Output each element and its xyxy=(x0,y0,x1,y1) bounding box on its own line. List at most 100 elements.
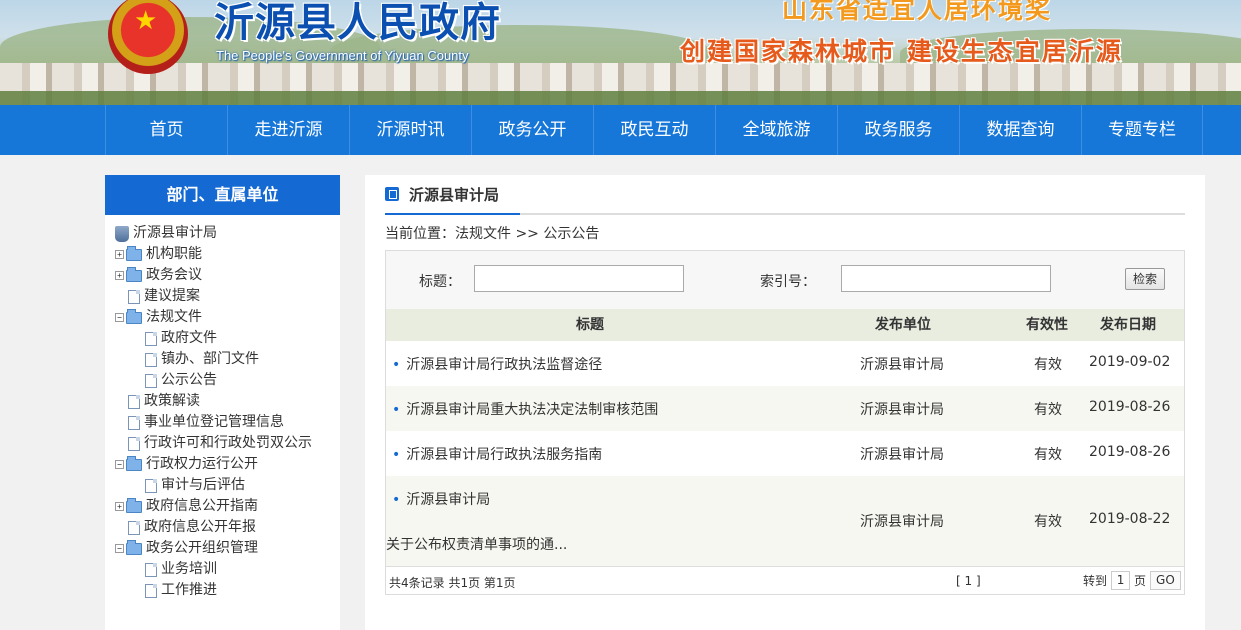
row-title-link[interactable]: 沂源县审计局行政执法服务指南 xyxy=(392,444,602,464)
document-icon xyxy=(145,478,157,493)
tree-item[interactable]: 镇办、部门文件 xyxy=(115,349,340,370)
document-icon xyxy=(128,415,140,430)
nav-item-services[interactable]: 政务服务 xyxy=(837,105,959,155)
title-search-input[interactable] xyxy=(474,265,684,292)
tree-item[interactable]: − 法规文件 xyxy=(115,307,340,328)
column-header-validity: 有效性 xyxy=(1026,317,1068,333)
table-header: 标题 发布单位 有效性 发布日期 xyxy=(386,309,1184,341)
folder-icon xyxy=(126,245,142,261)
banner-trees xyxy=(0,91,1241,105)
folder-open-icon xyxy=(126,308,142,324)
expand-icon[interactable]: + xyxy=(115,502,124,511)
content-header: 沂源县审计局 xyxy=(385,175,1185,215)
column-header-unit: 发布单位 xyxy=(875,317,931,333)
search-bar: 标题： 索引号： 检索 xyxy=(386,251,1184,309)
tree-item[interactable]: 建议提案 xyxy=(115,286,340,307)
site-subtitle: The People's Government of Yiyuan County xyxy=(216,48,469,63)
tree-item[interactable]: + 政务会议 xyxy=(115,265,340,286)
table-row: 沂源县审计局重大执法决定法制审核范围 沂源县审计局 有效 2019-08-26 xyxy=(386,386,1184,431)
search-button[interactable]: 检索 xyxy=(1125,268,1165,290)
sidebar-tree: 沂源县审计局 + 机构职能 + 政务会议 建议提案 − 法规文件 政府文件 镇办、部门… xyxy=(105,215,340,601)
document-icon xyxy=(145,562,157,577)
pagination-info: 共4条记录 共1页 第1页 xyxy=(389,576,516,590)
results-panel: 标题： 索引号： 检索 标题 发布单位 有效性 发布日期 沂源县审计局行政执法监… xyxy=(385,250,1185,595)
row-unit: 沂源县审计局 xyxy=(860,447,944,463)
tree-item[interactable]: 审计与后评估 xyxy=(115,475,340,496)
tree-item[interactable]: − 政务公开组织管理 xyxy=(115,538,340,559)
folder-open-icon xyxy=(126,455,142,471)
row-unit: 沂源县审计局 xyxy=(860,514,944,530)
column-header-title: 标题 xyxy=(576,317,604,333)
jump-label: 转到 xyxy=(1083,574,1108,588)
nav-item-news[interactable]: 沂源时讯 xyxy=(349,105,471,155)
document-icon xyxy=(145,373,157,388)
table-row: 沂源县审计局行政执法服务指南 沂源县审计局 有效 2019-08-26 xyxy=(386,431,1184,476)
index-search-input[interactable] xyxy=(841,265,1051,292)
nav-item-interaction[interactable]: 政民互动 xyxy=(593,105,715,155)
go-button[interactable]: GO xyxy=(1150,571,1181,590)
main-content: 沂源县审计局 当前位置：法规文件 >> 公示公告 标题： 索引号： 检索 标题 … xyxy=(365,175,1205,630)
tree-item[interactable]: − 行政权力运行公开 xyxy=(115,454,340,475)
tree-root[interactable]: 沂源县审计局 xyxy=(115,223,340,244)
row-validity: 有效 xyxy=(1034,357,1062,373)
tree-item[interactable]: 政策解读 xyxy=(115,391,340,412)
row-date: 2019-09-02 xyxy=(1089,354,1171,370)
site-title: 沂源县人民政府 xyxy=(214,0,501,46)
page-number-input[interactable]: 1 xyxy=(1111,571,1131,590)
folder-open-icon xyxy=(126,539,142,555)
content-tab-title: 沂源县审计局 xyxy=(409,185,500,204)
collapse-icon[interactable]: − xyxy=(115,544,124,553)
row-date: 2019-08-26 xyxy=(1089,444,1171,460)
document-icon xyxy=(128,436,140,451)
computer-icon xyxy=(115,225,129,242)
nav-item-home[interactable]: 首页 xyxy=(105,105,227,155)
table-row: 沂源县审计局 关于公布权责清单事项的通... 沂源县审计局 有效 2019-08… xyxy=(386,476,1184,566)
tree-item[interactable]: 政府文件 xyxy=(115,328,340,349)
breadcrumb: 当前位置：法规文件 >> 公示公告 xyxy=(385,226,600,242)
document-icon xyxy=(145,331,157,346)
tree-item[interactable]: 业务培训 xyxy=(115,559,340,580)
sidebar-heading: 部门、直属单位 xyxy=(105,175,340,215)
nav-item-gov-open[interactable]: 政务公开 xyxy=(471,105,593,155)
tree-item-selected[interactable]: 公示公告 xyxy=(115,370,340,391)
index-label: 索引号： xyxy=(760,274,816,290)
document-icon xyxy=(145,583,157,598)
tree-item[interactable]: 政府信息公开年报 xyxy=(115,517,340,538)
row-validity: 有效 xyxy=(1034,402,1062,418)
content-tab: 沂源县审计局 xyxy=(385,175,520,215)
page-suffix: 页 xyxy=(1134,574,1147,588)
row-title-continuation[interactable]: 关于公布权责清单事项的通... xyxy=(386,534,567,554)
tree-item[interactable]: + 机构职能 xyxy=(115,244,340,265)
nav-item-tourism[interactable]: 全域旅游 xyxy=(715,105,837,155)
row-date: 2019-08-26 xyxy=(1089,399,1171,415)
document-icon xyxy=(145,352,157,367)
collapse-icon[interactable]: − xyxy=(115,460,124,469)
table-row: 沂源县审计局行政执法监督途径 沂源县审计局 有效 2019-09-02 xyxy=(386,341,1184,386)
row-title-link[interactable]: 沂源县审计局行政执法监督途径 xyxy=(392,354,602,374)
tree-item[interactable]: 工作推进 xyxy=(115,580,340,601)
tree-item[interactable]: + 政府信息公开指南 xyxy=(115,496,340,517)
row-validity: 有效 xyxy=(1034,447,1062,463)
tree-item[interactable]: 行政许可和行政处罚双公示 xyxy=(115,433,340,454)
expand-icon[interactable]: + xyxy=(115,271,124,280)
site-banner: ★ 沂源县人民政府 The People's Government of Yiy… xyxy=(0,0,1241,105)
document-icon xyxy=(128,520,140,535)
column-header-date: 发布日期 xyxy=(1100,317,1156,333)
row-title-link[interactable]: 沂源县审计局 xyxy=(392,489,490,509)
tree-item[interactable]: 事业单位登记管理信息 xyxy=(115,412,340,433)
document-icon xyxy=(128,394,140,409)
row-validity: 有效 xyxy=(1034,514,1062,530)
row-title-link[interactable]: 沂源县审计局重大执法决定法制审核范围 xyxy=(392,399,658,419)
banner-slogan: 创建国家森林城市 建设生态宜居沂源 xyxy=(680,37,1123,66)
row-unit: 沂源县审计局 xyxy=(860,357,944,373)
collapse-icon[interactable]: − xyxy=(115,313,124,322)
nav-item-about[interactable]: 走进沂源 xyxy=(227,105,349,155)
expand-icon[interactable]: + xyxy=(115,250,124,259)
banner-slogan: 山东省适宜人居环境奖 xyxy=(782,0,1053,24)
nav-item-topics[interactable]: 专题专栏 xyxy=(1081,105,1203,155)
row-date: 2019-08-22 xyxy=(1089,511,1171,527)
document-icon xyxy=(385,187,399,201)
nav-item-data[interactable]: 数据查询 xyxy=(959,105,1081,155)
folder-icon xyxy=(126,266,142,282)
page-links[interactable]: [ 1 ] xyxy=(956,574,981,588)
